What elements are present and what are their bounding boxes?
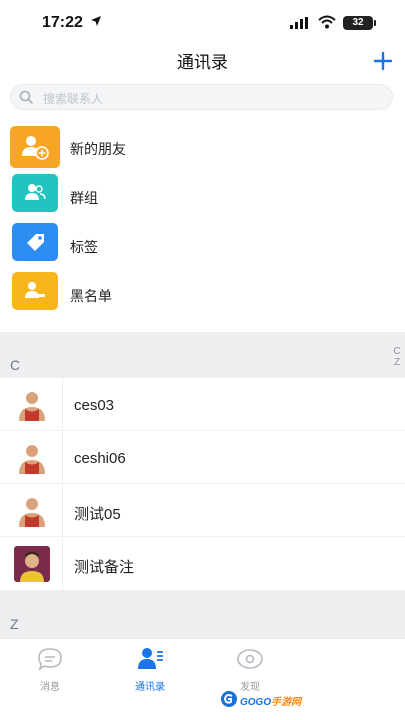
watermark-text: GOGO手游网 xyxy=(240,697,302,708)
tab-bar: 消息 通讯录 发现 xyxy=(0,638,405,720)
list-divider xyxy=(62,378,63,590)
contact-row[interactable]: ceshi06 xyxy=(0,431,405,484)
menu-item-groups[interactable]: 群组 xyxy=(0,169,405,218)
location-arrow-icon xyxy=(91,16,101,26)
status-bar: 17:22 32 xyxy=(0,0,405,44)
default-avatar-icon xyxy=(14,493,50,529)
search-placeholder: 搜索联系人 xyxy=(43,92,104,106)
menu-label: 新的朋友 xyxy=(70,141,126,157)
tab-label: 消息 xyxy=(40,682,60,693)
battery-indicator: 32 xyxy=(343,16,373,30)
wifi-icon xyxy=(318,15,336,29)
signal-icon xyxy=(290,17,308,29)
blacklist-icon xyxy=(12,272,58,310)
battery-cap xyxy=(374,20,376,26)
section-letter: C xyxy=(10,357,21,373)
watermark: GOGO手游网 xyxy=(220,688,305,710)
index-letter-c[interactable]: C xyxy=(392,346,402,357)
contact-name: ceshi06 xyxy=(74,450,126,467)
watermark-logo-icon xyxy=(221,691,237,707)
default-avatar-icon xyxy=(14,387,50,423)
menu-label: 黑名单 xyxy=(70,288,112,304)
discover-icon xyxy=(237,649,263,669)
contact-name: 测试备注 xyxy=(74,559,135,576)
tab-messages[interactable]: 消息 xyxy=(10,647,90,693)
tab-contacts[interactable]: 通讯录 xyxy=(110,647,190,693)
function-menu: 新的朋友 群组 标签 黑名单 xyxy=(0,120,405,316)
index-letter-z[interactable]: Z xyxy=(392,357,402,368)
photo-avatar-icon xyxy=(14,546,50,582)
tag-icon xyxy=(12,223,58,261)
contact-row[interactable]: ces03 xyxy=(0,378,405,431)
contact-name: 测试05 xyxy=(74,506,121,523)
add-contact-button[interactable] xyxy=(370,48,396,74)
default-avatar-icon xyxy=(14,440,50,476)
section-letter: Z xyxy=(10,616,19,632)
menu-item-tags[interactable]: 标签 xyxy=(0,218,405,267)
nav-bar: 通讯录 xyxy=(0,44,405,78)
search-icon xyxy=(19,90,33,104)
group-icon xyxy=(12,174,58,212)
search-input[interactable]: 搜索联系人 xyxy=(10,84,393,110)
contact-list: ces03 ceshi06 测试05 测试备注 xyxy=(0,378,405,590)
menu-label: 标签 xyxy=(70,239,98,255)
contact-name: ces03 xyxy=(74,397,115,414)
menu-item-new-friends[interactable]: 新的朋友 xyxy=(0,120,405,169)
contacts-icon xyxy=(138,648,163,669)
tab-discover[interactable]: 发现 xyxy=(210,647,290,693)
menu-label: 群组 xyxy=(70,190,98,206)
section-header-z: Z xyxy=(0,590,405,638)
page-title: 通讯录 xyxy=(177,53,228,72)
chat-icon xyxy=(38,648,62,671)
tab-label: 通讯录 xyxy=(135,682,165,693)
menu-item-blacklist[interactable]: 黑名单 xyxy=(0,267,405,316)
add-user-icon xyxy=(10,126,60,168)
section-header-c: C xyxy=(0,332,405,378)
contact-row[interactable]: 测试备注 xyxy=(0,537,405,590)
alphabet-index[interactable]: C Z xyxy=(392,346,402,368)
status-time: 17:22 xyxy=(42,14,83,31)
contact-row[interactable]: 测试05 xyxy=(0,484,405,537)
